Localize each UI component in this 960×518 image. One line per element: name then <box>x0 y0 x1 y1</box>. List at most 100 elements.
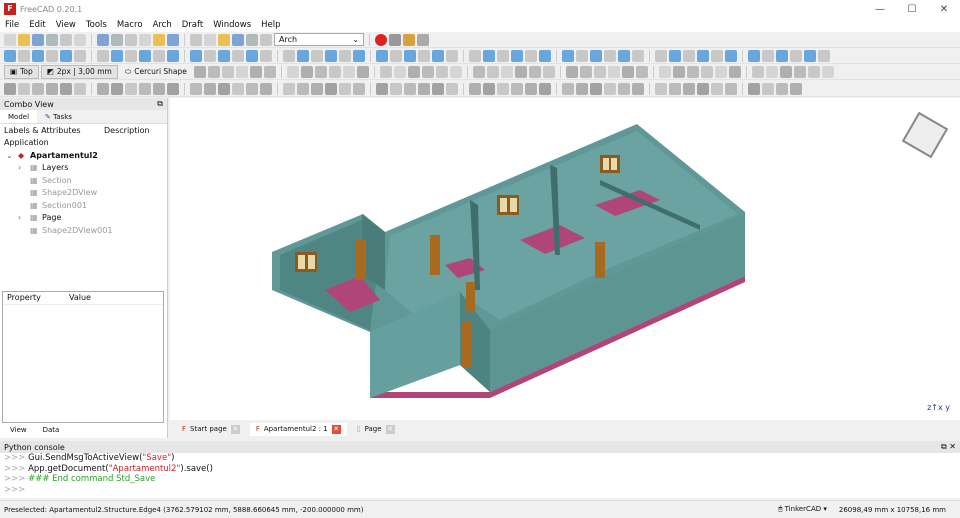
expander-icon[interactable]: › <box>18 213 30 222</box>
tree-item[interactable]: ▦ Section <box>0 174 167 187</box>
toolbar-tool-icon[interactable] <box>18 82 30 95</box>
toolbar-tool-icon[interactable] <box>821 65 834 78</box>
toolbar-tool-icon[interactable] <box>325 49 337 62</box>
toolbar-tool-icon[interactable] <box>576 49 588 62</box>
toolbar-tool-icon[interactable] <box>246 33 258 46</box>
toolbar-tool-icon[interactable] <box>376 49 388 62</box>
menu-file[interactable]: File <box>0 20 24 30</box>
toolbar-tool-icon[interactable] <box>32 49 44 62</box>
toolbar-tool-icon[interactable] <box>139 49 151 62</box>
toolbar-tool-icon[interactable] <box>511 82 523 95</box>
menu-edit[interactable]: Edit <box>24 20 50 30</box>
toolbar-tool-icon[interactable] <box>683 82 695 95</box>
close-button[interactable]: ✕ <box>928 4 960 15</box>
toolbar-tool-icon[interactable] <box>672 65 685 78</box>
toolbar-tool-icon[interactable] <box>125 49 137 62</box>
toolbar-tool-icon[interactable] <box>311 49 323 62</box>
document-tab[interactable]: F Start page ✕ <box>176 423 246 436</box>
toolbar-tool-icon[interactable] <box>390 49 402 62</box>
menu-tools[interactable]: Tools <box>81 20 112 30</box>
toolbar-tool-icon[interactable] <box>125 33 137 46</box>
toolbar-tool-icon[interactable] <box>342 65 355 78</box>
toolbar-tool-icon[interactable] <box>204 33 216 46</box>
toolbar-tool-icon[interactable] <box>356 65 369 78</box>
toolbar-tool-icon[interactable] <box>328 65 341 78</box>
toolbar-tool-icon[interactable] <box>193 65 206 78</box>
toolbar-tool-icon[interactable] <box>618 49 630 62</box>
toolbar-tool-icon[interactable] <box>260 49 272 62</box>
toolbar-tool-icon[interactable] <box>204 49 216 62</box>
tree-item[interactable]: ▦ Section001 <box>0 199 167 212</box>
macro-stop-icon[interactable] <box>389 33 401 46</box>
toolbar-tool-icon[interactable] <box>655 82 667 95</box>
toolbar-tool-icon[interactable] <box>235 65 248 78</box>
toolbar-tool-icon[interactable] <box>511 49 523 62</box>
view-top-button[interactable]: ▣ Top <box>4 64 39 79</box>
building-model[interactable] <box>170 98 960 420</box>
toolbar-tool-icon[interactable] <box>714 65 727 78</box>
toolbar-tool-icon[interactable] <box>525 82 537 95</box>
toolbar-tool-icon[interactable] <box>18 33 30 46</box>
toolbar-tool-icon[interactable] <box>748 82 760 95</box>
toolbar-tool-icon[interactable] <box>283 82 295 95</box>
toolbar-tool-icon[interactable] <box>711 82 723 95</box>
toolbar-tool-icon[interactable] <box>562 49 574 62</box>
toolbar-tool-icon[interactable] <box>263 65 276 78</box>
minimize-button[interactable]: — <box>864 4 896 15</box>
tab-tasks[interactable]: ✎ Tasks <box>37 110 80 123</box>
toolbar-tool-icon[interactable] <box>469 82 481 95</box>
toolbar-tool-icon[interactable] <box>46 33 58 46</box>
toolbar-tool-icon[interactable] <box>604 49 616 62</box>
toolbar-tool-icon[interactable] <box>472 65 485 78</box>
menu-help[interactable]: Help <box>256 20 285 30</box>
toolbar-tool-icon[interactable] <box>353 49 365 62</box>
toolbar-tool-icon[interactable] <box>167 49 179 62</box>
maximize-button[interactable]: ☐ <box>896 4 928 15</box>
toolbar-tool-icon[interactable] <box>353 82 365 95</box>
toolbar-tool-icon[interactable] <box>221 65 234 78</box>
toolbar-tool-icon[interactable] <box>804 49 816 62</box>
toolbar-tool-icon[interactable] <box>232 49 244 62</box>
toolbar-tool-icon[interactable] <box>590 49 602 62</box>
toolbar-tool-icon[interactable] <box>190 33 202 46</box>
toolbar-tool-icon[interactable] <box>432 49 444 62</box>
toolbar-tool-icon[interactable] <box>818 49 830 62</box>
toolbar-tool-icon[interactable] <box>762 49 774 62</box>
menu-windows[interactable]: Windows <box>208 20 256 30</box>
toolbar-tool-icon[interactable] <box>111 82 123 95</box>
toolbar-tool-icon[interactable] <box>283 49 295 62</box>
toolbar-tool-icon[interactable] <box>167 33 179 46</box>
toolbar-tool-icon[interactable] <box>700 65 713 78</box>
document-tab[interactable]: ▯ Page ✕ <box>351 423 401 436</box>
toolbar-tool-icon[interactable] <box>500 65 513 78</box>
toolbar-tool-icon[interactable] <box>207 65 220 78</box>
toolbar-tool-icon[interactable] <box>607 65 620 78</box>
toolbar-tool-icon[interactable] <box>404 82 416 95</box>
toolbar-tool-icon[interactable] <box>751 65 764 78</box>
toolbar-tool-icon[interactable] <box>697 82 709 95</box>
expander-icon[interactable]: › <box>18 163 30 172</box>
toolbar-tool-icon[interactable] <box>725 82 737 95</box>
toolbar-tool-icon[interactable] <box>497 82 509 95</box>
toolbar-tool-icon[interactable] <box>74 82 86 95</box>
toolbar-tool-icon[interactable] <box>407 65 420 78</box>
toolbar-tool-icon[interactable] <box>379 65 392 78</box>
tree-item[interactable]: ▦ Shape2DView <box>0 187 167 200</box>
toolbar-tool-icon[interactable] <box>790 49 802 62</box>
navigation-style-button[interactable]: 🖱 TinkerCAD ▾ <box>778 505 827 514</box>
toolbar-tool-icon[interactable] <box>297 49 309 62</box>
toolbar-tool-icon[interactable] <box>486 65 499 78</box>
toolbar-tool-icon[interactable] <box>658 65 671 78</box>
macro-run-icon[interactable] <box>417 33 429 46</box>
3d-view[interactable]: z↑x y <box>170 98 960 420</box>
toolbar-tool-icon[interactable] <box>74 49 86 62</box>
toolbar-tool-icon[interactable] <box>632 82 644 95</box>
toolbar-tool-icon[interactable] <box>683 49 695 62</box>
toolbar-tool-icon[interactable] <box>390 82 402 95</box>
toolbar-tool-icon[interactable] <box>469 49 481 62</box>
toolbar-tool-icon[interactable] <box>686 65 699 78</box>
toolbar-tool-icon[interactable] <box>497 49 509 62</box>
toolbar-tool-icon[interactable] <box>218 49 230 62</box>
toolbar-tool-icon[interactable] <box>669 82 681 95</box>
toolbar-tool-icon[interactable] <box>483 82 495 95</box>
